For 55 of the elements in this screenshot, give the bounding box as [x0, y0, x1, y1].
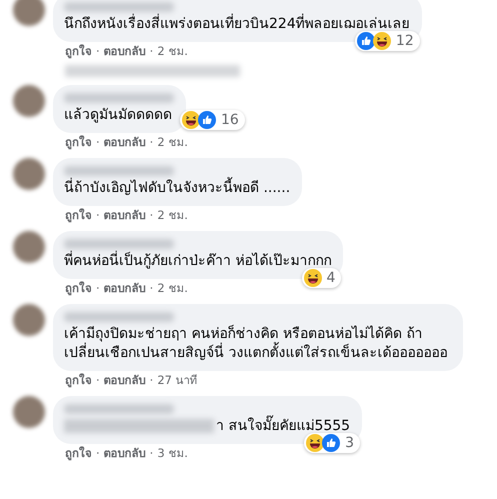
action-link[interactable]: ถูกใจ [65, 446, 92, 461]
avatar-placeholder [13, 85, 45, 117]
reactions-badge[interactable]: 3 [304, 433, 360, 453]
separator-dot: · [150, 208, 154, 223]
thumbs-up-icon [356, 32, 375, 50]
reaction-count: 4 [326, 270, 336, 286]
reaction-count: 3 [344, 435, 356, 451]
reaction-count: 12 [394, 33, 415, 49]
action-link[interactable]: ตอบกลับ [104, 281, 146, 296]
avatar-placeholder [13, 396, 45, 428]
separator-dot: · [96, 281, 100, 296]
separator-dot: · [96, 446, 100, 461]
separator-dot: · [150, 135, 154, 150]
laughing-face-icon [372, 32, 391, 50]
comment-text: นึกถึงหนังเรื่องสี่แพร่งตอนเที่ยวบิน224ที่พลอยเฌอเล่นเลย [64, 16, 410, 32]
avatar-placeholder [13, 304, 45, 336]
comment-text: เค้ามีถุงปิดมะช่ายฤา คนห่อก็ช่างคิด หรือตอนห่อไม่ได้คิด ถ้าเปลี่ยนเชือกเปนสายสิญจ์นี่ วงแตกตั้งแต่ใส่รถเข็นละเด้อออออออ [64, 326, 448, 361]
timestamp: 2 ชม. [157, 281, 188, 296]
separator-dot: · [96, 373, 100, 388]
separator-dot: · [96, 208, 100, 223]
laughing-face-icon [304, 269, 322, 287]
action-link[interactable]: ตอบกลับ [104, 373, 146, 388]
reactions-badge[interactable]: 16 [180, 110, 245, 130]
separator-dot: · [150, 446, 154, 461]
reaction-count: 16 [220, 112, 240, 128]
separator-dot: · [96, 135, 100, 150]
action-link[interactable]: ถูกใจ [65, 44, 92, 59]
laughing-face-icon [182, 111, 200, 129]
timestamp: 2 ชม. [157, 44, 188, 59]
laughing-face-icon [306, 434, 324, 452]
comment-text: พี่คนห่อนี่เป็นกู้ภัยเก่าป่ะค๊าา ห่อได้เป๊ะมากกก [64, 253, 332, 269]
action-link[interactable]: ถูกใจ [65, 281, 92, 296]
separator-dot: · [150, 44, 154, 59]
thumbs-up-icon [322, 434, 340, 452]
separator-dot: · [150, 281, 154, 296]
comment-text: แล้วดูมันมัดดดดด [64, 107, 172, 123]
separator-dot: · [150, 373, 154, 388]
avatar-placeholder [13, 158, 45, 190]
action-link[interactable]: ตอบกลับ [104, 135, 146, 150]
timestamp: 3 ชม. [157, 446, 188, 461]
reactions-badge[interactable]: 12 [354, 31, 420, 51]
separator-dot: · [96, 44, 100, 59]
action-link[interactable]: ถูกใจ [65, 373, 92, 388]
action-link[interactable]: ถูกใจ [65, 135, 92, 150]
action-link[interactable]: ถูกใจ [65, 208, 92, 223]
action-link[interactable]: ตอบกลับ [104, 44, 146, 59]
timestamp: 27 นาที [157, 373, 198, 388]
action-link[interactable]: ตอบกลับ [104, 446, 146, 461]
reactions-badge[interactable]: 4 [302, 268, 342, 288]
action-link[interactable]: ตอบกลับ [104, 208, 146, 223]
timestamp: 2 ชม. [157, 208, 188, 223]
thumbs-up-icon [198, 111, 216, 129]
avatar-placeholder [13, 231, 45, 263]
timestamp: 2 ชม. [157, 135, 188, 150]
avatar-placeholder [13, 0, 45, 26]
